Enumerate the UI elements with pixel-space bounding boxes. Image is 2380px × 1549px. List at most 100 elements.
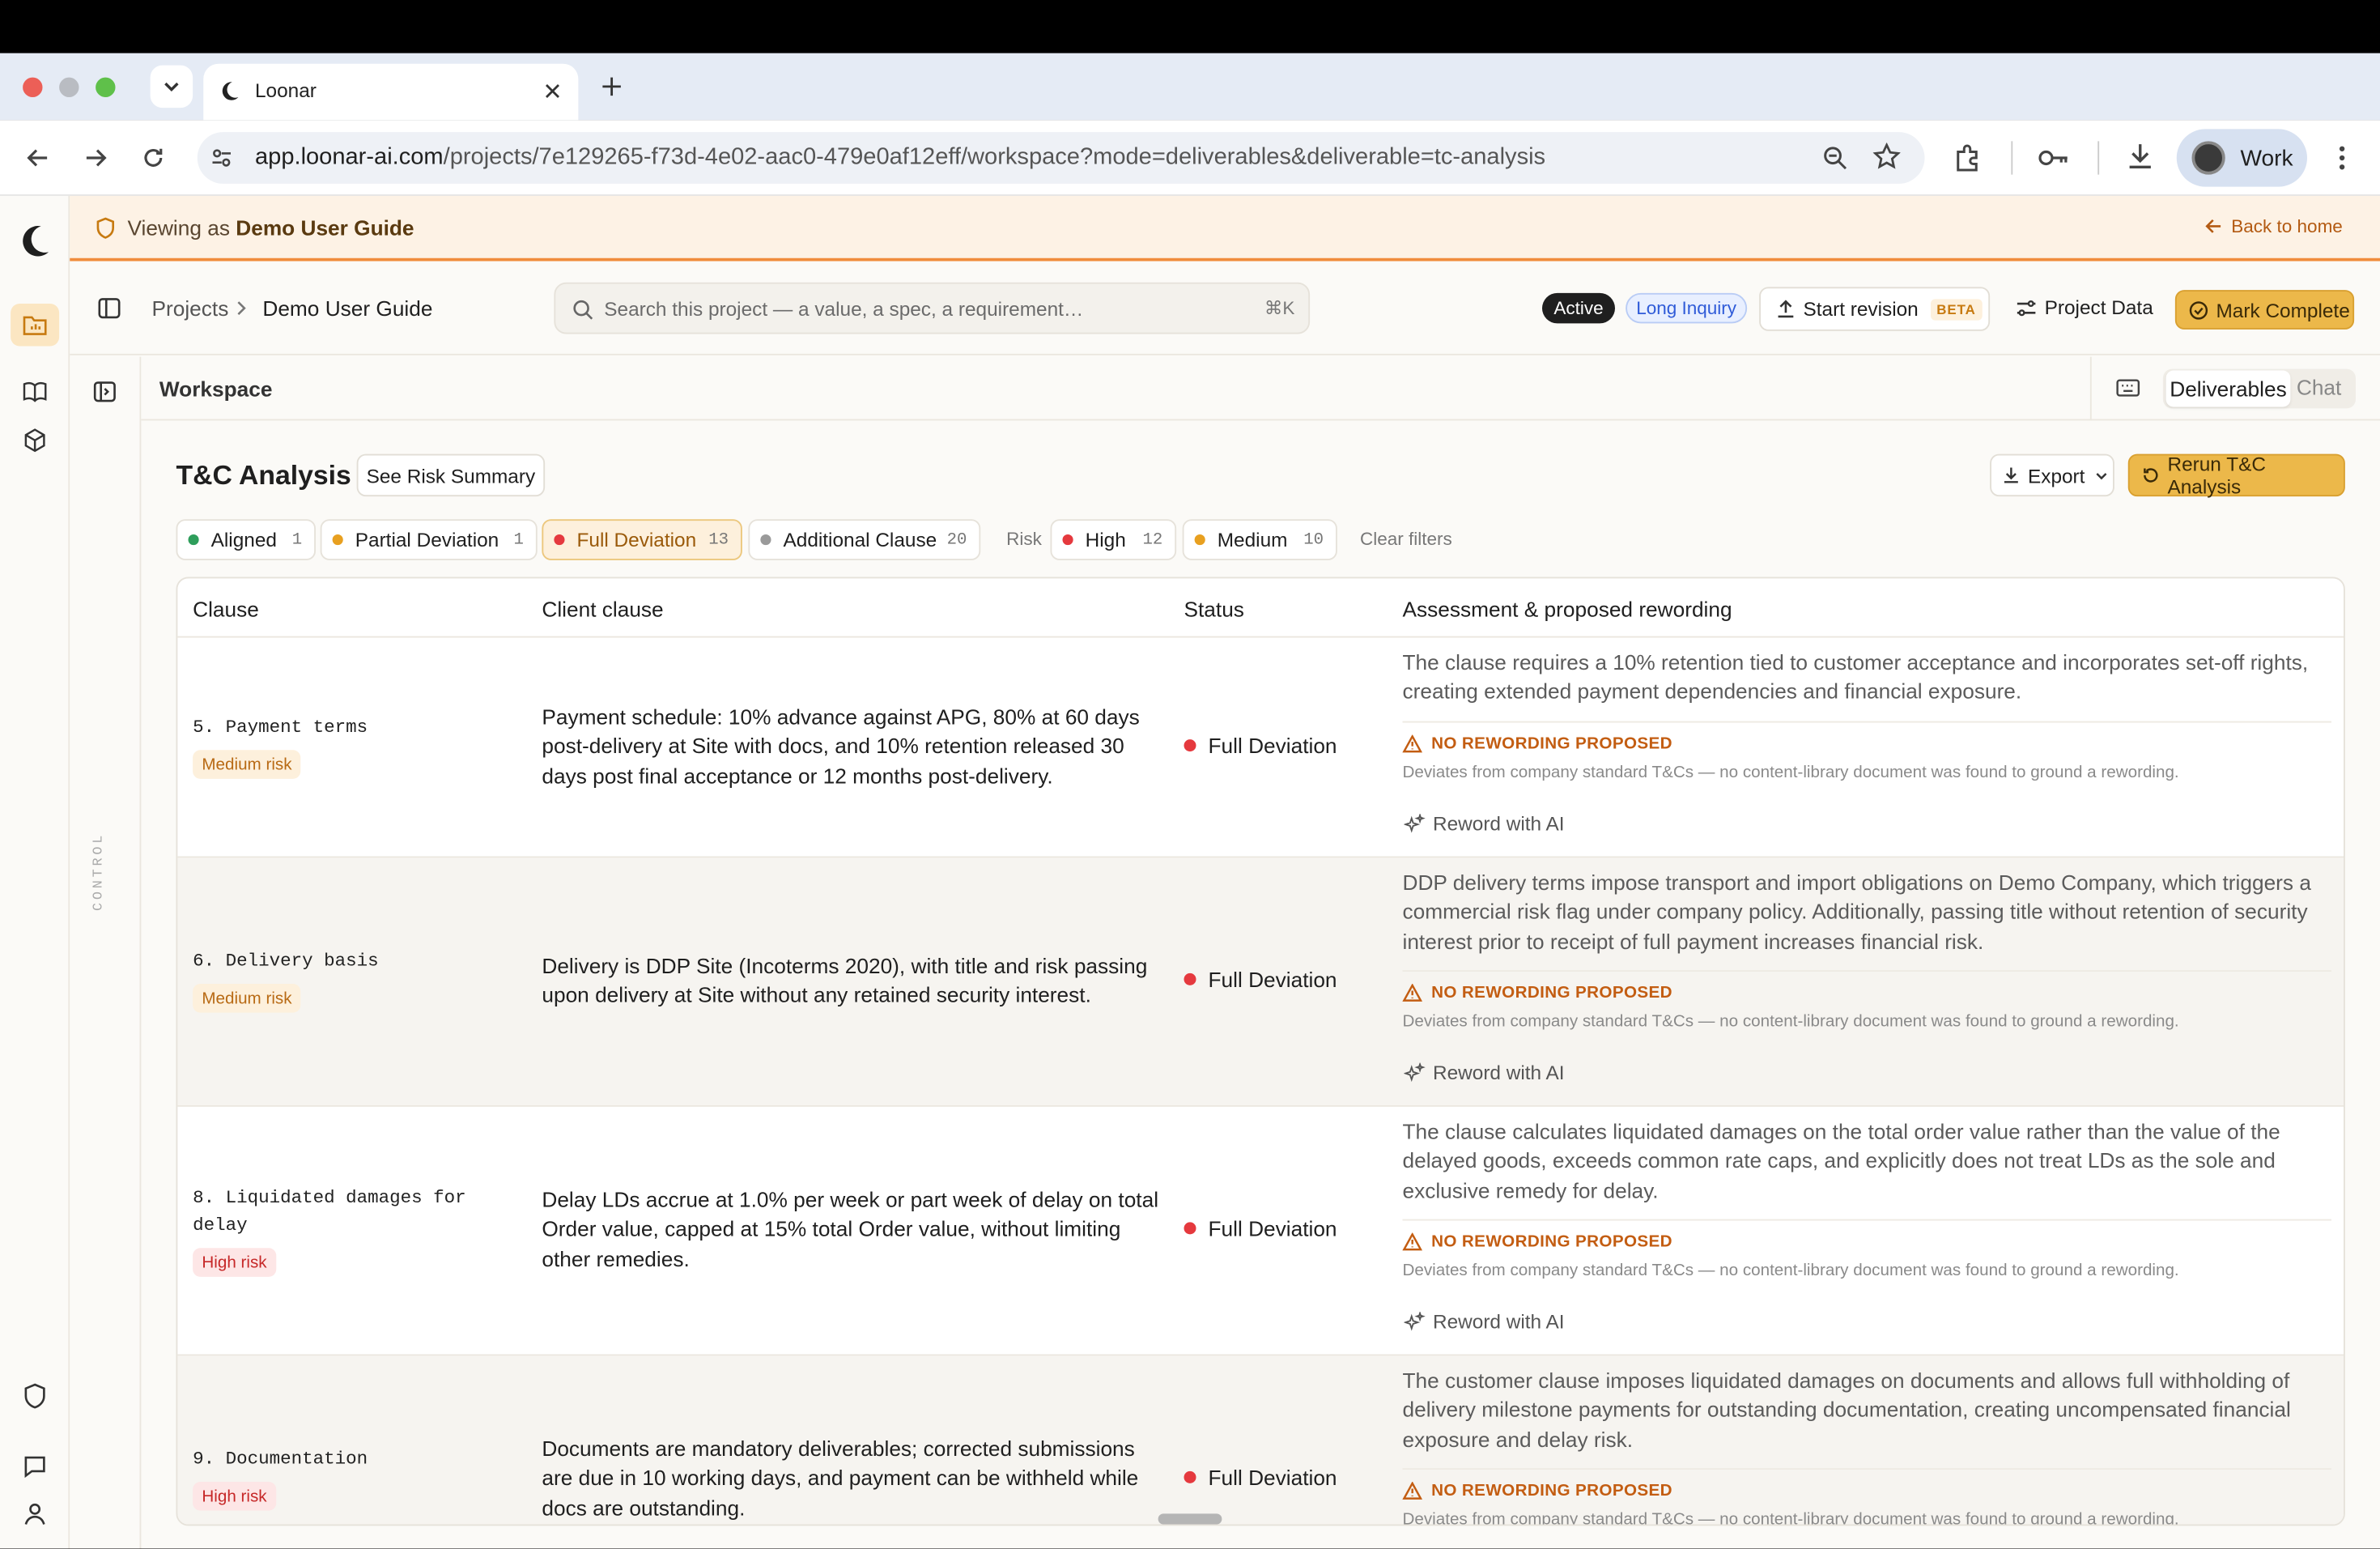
status-dot [760,534,771,546]
banner-user: Demo User Guide [236,215,414,240]
client-clause-text: Payment schedule: 10% advance against AP… [542,704,1140,788]
screen-top-bar [0,0,2380,53]
project-search-input[interactable]: Search this project — a value, a spec, a… [554,282,1311,334]
status-dot [1184,1222,1196,1235]
table-header: Clause Client clause Status Assessment &… [177,578,2344,638]
browser-tab-active[interactable]: Loonar [203,63,579,121]
status-dot [1184,739,1196,752]
no-rewording-text: NO REWORDING PROPOSED [1431,1482,1672,1500]
tab-deliverables[interactable]: Deliverables [2165,370,2291,407]
filter-additional-clause[interactable]: Additional Clause 20 [748,519,981,560]
tab-chat[interactable]: Chat [2297,375,2341,399]
panel-toggle-icon[interactable] [92,380,117,404]
filter-high-risk[interactable]: High 12 [1050,519,1177,560]
beta-badge: BETA [1930,298,1983,320]
divider [1402,1219,2331,1221]
reload-icon[interactable] [140,144,168,172]
filter-medium-risk[interactable]: Medium 10 [1182,519,1337,560]
zoom-icon[interactable] [1821,144,1849,172]
filter-count: 12 [1142,530,1163,549]
horizontal-scrollbar-thumb[interactable] [1158,1513,1222,1525]
address-bar[interactable]: app.loonar-ai.com/projects/7e129265-f73d… [197,132,1925,184]
back-to-home-link[interactable]: Back to home [2204,215,2343,237]
banner-prefix: Viewing as [127,215,230,240]
clause-name: 6. Delivery basis [193,950,379,972]
profile-name: Work [2240,145,2293,171]
extensions-icon[interactable] [1952,143,1983,173]
password-key-icon[interactable] [2037,143,2070,173]
chevron-right-icon [237,301,246,316]
filter-count: 10 [1303,530,1324,549]
reword-with-ai-button[interactable]: Reword with AI [1404,812,1565,835]
rerun-analysis-button[interactable]: Rerun T&C Analysis [2127,452,2345,498]
status-label: Full Deviation [1208,733,1337,758]
assessment-text: DDP delivery terms impose transport and … [1402,870,2311,954]
rerun-analysis-label: Rerun T&C Analysis [2167,452,2266,498]
maximize-window-button[interactable] [96,77,116,97]
check-circle-icon [2189,300,2208,319]
export-button[interactable]: Export [1990,453,2114,497]
no-rewording-label: NO REWORDING PROPOSED [1402,984,1672,1002]
breadcrumb-current: Demo User Guide [262,296,433,321]
close-icon[interactable] [543,82,562,100]
profile-button[interactable]: Work [2176,129,2307,187]
breadcrumb-projects[interactable]: Projects [152,296,229,321]
see-risk-summary-button[interactable]: See Risk Summary [356,453,546,497]
book-icon[interactable] [23,381,47,402]
control-rail: CONTROL [70,356,142,1549]
site-settings-icon[interactable] [210,146,234,170]
start-revision-button[interactable]: Start revision BETA [1759,287,1991,331]
status-dot [332,534,343,546]
clear-filters-button[interactable]: Clear filters [1360,529,1452,550]
forward-arrow-icon[interactable] [82,144,109,172]
filter-label: Partial Deviation [355,528,499,551]
close-window-button[interactable] [23,77,43,97]
control-label: CONTROL [91,832,107,911]
status-dot [188,534,199,546]
divider [2089,356,2092,421]
reword-label: Reword with AI [1433,1310,1565,1334]
back-arrow-icon[interactable] [24,144,52,172]
kebab-menu-icon[interactable] [2331,143,2352,173]
toolbar-divider [2097,141,2100,175]
project-data-button[interactable]: Project Data [2016,296,2153,319]
filter-full-deviation[interactable]: Full Deviation 13 [542,519,742,560]
bookmark-star-icon[interactable] [1872,143,1901,170]
reword-with-ai-button[interactable]: Reword with AI [1404,1310,1565,1334]
inquiry-badge: Long Inquiry [1626,292,1748,324]
no-rewording-text: NO REWORDING PROPOSED [1431,734,1672,754]
sparkles-icon [1404,813,1426,832]
tab-search-button[interactable] [150,65,193,109]
column-header-assessment: Assessment & proposed rewording [1402,596,1732,621]
chevron-down-icon [164,82,179,92]
no-rewording-label: NO REWORDING PROPOSED [1402,1232,1672,1251]
divider [1402,970,2331,972]
nav-deliverables[interactable] [11,304,60,347]
user-icon[interactable] [23,1501,47,1526]
new-tab-icon[interactable] [601,76,623,97]
reword-with-ai-button[interactable]: Reword with AI [1404,1062,1565,1084]
mark-complete-button[interactable]: Mark Complete [2174,290,2355,330]
download-icon [2004,467,2018,483]
status-dot [1062,534,1073,546]
status-label: Full Deviation [1208,1465,1337,1490]
filter-label: Additional Clause [783,528,937,551]
chat-bubble-icon[interactable] [23,1454,47,1479]
shield-icon[interactable] [23,1383,47,1409]
status-label: Full Deviation [1208,967,1337,992]
risk-badge: Medium risk [193,750,301,779]
analysis-title: T&C Analysis [176,460,351,491]
status-cell: Full Deviation [1184,734,1337,758]
download-icon[interactable] [2125,141,2156,172]
minimize-window-button[interactable] [59,77,79,97]
keyboard-icon[interactable] [2116,378,2140,398]
cube-icon[interactable] [23,428,47,453]
assessment-text: The clause calculates liquidated damages… [1402,1118,2280,1202]
status-dot [554,534,565,546]
filter-partial-deviation[interactable]: Partial Deviation 1 [320,519,538,560]
back-to-home-label: Back to home [2231,215,2343,237]
filter-aligned[interactable]: Aligned 1 [176,519,316,560]
sidebar-toggle-icon[interactable] [97,296,121,321]
status-label: Full Deviation [1208,1215,1337,1240]
assessment-text: The customer clause imposes liquidated d… [1402,1368,2291,1452]
